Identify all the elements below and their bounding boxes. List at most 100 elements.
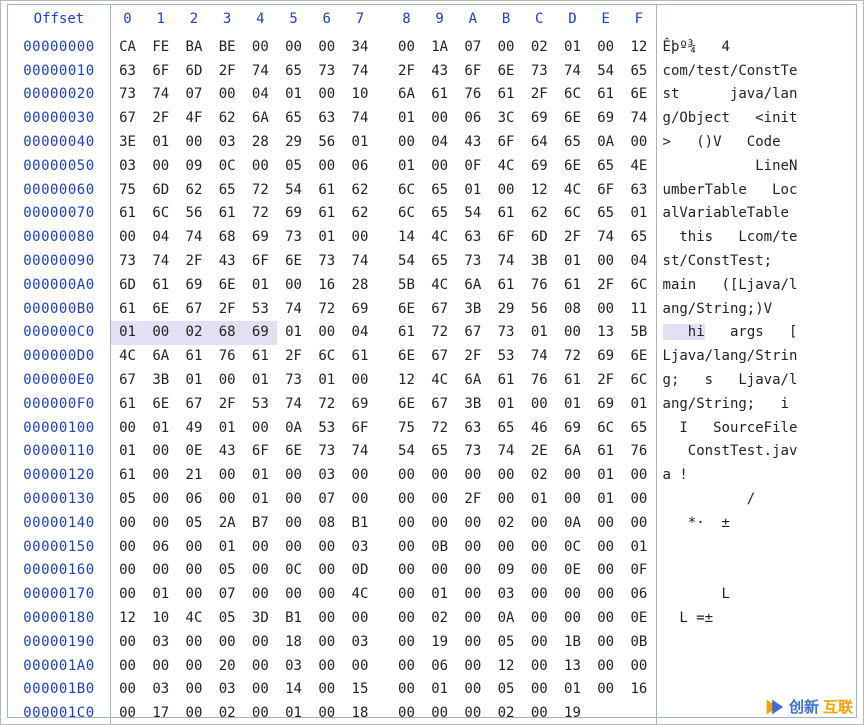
hex-cell[interactable]: 00 [489,488,522,512]
hex-cell[interactable]: 74 [343,440,376,464]
hex-cell[interactable]: 56 [523,298,556,322]
table-row[interactable]: 0000018012104C053DB100000002000A0000000E… [8,607,856,631]
hex-cell[interactable]: 00 [177,131,210,155]
hex-cell[interactable]: 67 [423,298,456,322]
hex-cell[interactable]: 00 [390,631,423,655]
hex-cell[interactable]: 34 [343,36,376,60]
table-row[interactable]: 000001400000052AB70008B100000002000A0000… [8,512,856,536]
hex-cell[interactable]: 43 [211,250,244,274]
table-row[interactable]: 000000403E010003282956010004436F64650A00… [8,131,856,155]
hex-cell[interactable]: 72 [310,298,343,322]
hex-cell[interactable]: 6D [523,226,556,250]
hex-cell[interactable]: 4C [423,226,456,250]
hex-cell[interactable]: 00 [343,655,376,679]
offset-cell[interactable]: 000000A0 [8,274,110,298]
hex-cell[interactable]: 69 [523,107,556,131]
hex-cell[interactable]: 2F [144,107,177,131]
hex-cell[interactable]: 00 [456,464,489,488]
hex-cell[interactable]: 01 [589,488,622,512]
hex-cell[interactable]: 06 [144,536,177,560]
hex-cell[interactable]: 00 [589,250,622,274]
hex-cell[interactable]: FE [144,36,177,60]
hex-cell[interactable]: 1B [556,631,589,655]
hex-cell[interactable]: 53 [310,417,343,441]
hex-cell[interactable]: 03 [277,655,310,679]
hex-cell[interactable]: 19 [423,631,456,655]
hex-cell[interactable]: 06 [456,107,489,131]
hex-cell[interactable]: 69 [589,393,622,417]
hex-cell[interactable]: 74 [177,226,210,250]
hex-cell[interactable]: 69 [589,107,622,131]
hex-cell[interactable]: 74 [343,60,376,84]
offset-cell[interactable]: 000000B0 [8,298,110,322]
hex-cell[interactable]: 08 [310,512,343,536]
table-row[interactable]: 000000500300090C0005000601000F4C696E654E… [8,155,856,179]
hex-cell[interactable]: 6E [277,440,310,464]
hex-cell[interactable]: 65 [622,226,656,250]
hex-cell[interactable]: 6F [343,417,376,441]
hex-cell[interactable]: 6F [144,60,177,84]
hex-cell[interactable]: 67 [423,345,456,369]
hex-cell[interactable]: 00 [523,607,556,631]
ascii-cell[interactable]: ConstTest.jav [656,440,856,464]
hex-cell[interactable]: 61 [556,274,589,298]
hex-cell[interactable]: 00 [144,321,177,345]
hex-cell[interactable]: 12 [523,179,556,203]
hex-cell[interactable]: 69 [244,226,277,250]
hex-cell[interactable]: 00 [523,559,556,583]
hex-cell[interactable]: 61 [589,440,622,464]
offset-cell[interactable]: 000000F0 [8,393,110,417]
hex-cell[interactable]: 00 [489,536,522,560]
hex-cell[interactable]: 00 [423,464,456,488]
hex-cell[interactable]: 00 [110,226,144,250]
hex-cell[interactable]: 18 [277,631,310,655]
hex-cell[interactable]: 69 [177,274,210,298]
hex-cell[interactable]: 00 [390,464,423,488]
hex-cell[interactable]: 53 [244,298,277,322]
offset-cell[interactable]: 00000020 [8,83,110,107]
hex-cell[interactable]: 61 [144,274,177,298]
hex-cell[interactable]: 20 [211,655,244,679]
hex-cell[interactable]: 00 [310,655,343,679]
hex-cell[interactable]: 74 [589,226,622,250]
hex-cell[interactable]: 07 [456,36,489,60]
hex-cell[interactable]: 2A [211,512,244,536]
hex-cell[interactable]: 05 [489,631,522,655]
hex-cell[interactable]: 00 [423,488,456,512]
hex-cell[interactable]: 01 [277,83,310,107]
hex-cell[interactable]: 6E [390,393,423,417]
hex-cell[interactable]: 00 [622,488,656,512]
hex-cell[interactable]: B1 [277,607,310,631]
hex-cell[interactable]: 76 [456,83,489,107]
hex-cell[interactable]: 6E [622,345,656,369]
hex-cell[interactable]: 4E [622,155,656,179]
hex-cell[interactable]: 01 [244,274,277,298]
hex-cell[interactable]: 06 [423,655,456,679]
hex-cell[interactable]: 00 [456,583,489,607]
hex-cell[interactable]: 62 [211,107,244,131]
hex-table[interactable]: Offset 0 1 2 3 4 5 6 7 8 9 A B C D E F 0… [8,5,856,725]
table-row[interactable]: 000001B000030003001400150001000500010016 [8,678,856,702]
hex-cell[interactable]: 01 [589,464,622,488]
hex-cell[interactable]: 2F [589,274,622,298]
hex-cell[interactable]: 63 [110,60,144,84]
hex-cell[interactable]: 4C [177,607,210,631]
hex-cell[interactable]: 61 [343,345,376,369]
hex-cell[interactable]: 00 [310,607,343,631]
hex-cell[interactable]: 00 [390,702,423,725]
hex-cell[interactable]: 4C [110,345,144,369]
hex-cell[interactable]: 74 [343,107,376,131]
hex-cell[interactable]: 76 [622,440,656,464]
hex-cell[interactable]: 73 [456,250,489,274]
hex-cell[interactable]: 6E [489,60,522,84]
hex-cell[interactable]: 00 [523,702,556,725]
hex-cell[interactable]: 6D [110,274,144,298]
table-row[interactable]: 00000010636F6D2F746573742F436F6E73745465… [8,60,856,84]
hex-cell[interactable]: 00 [343,369,376,393]
hex-cell[interactable]: 00 [110,417,144,441]
hex-cell[interactable]: 00 [177,702,210,725]
hex-cell[interactable]: 01 [110,321,144,345]
hex-cell[interactable]: 6A [144,345,177,369]
hex-cell[interactable]: 2F [277,345,310,369]
hex-cell[interactable]: 00 [144,655,177,679]
